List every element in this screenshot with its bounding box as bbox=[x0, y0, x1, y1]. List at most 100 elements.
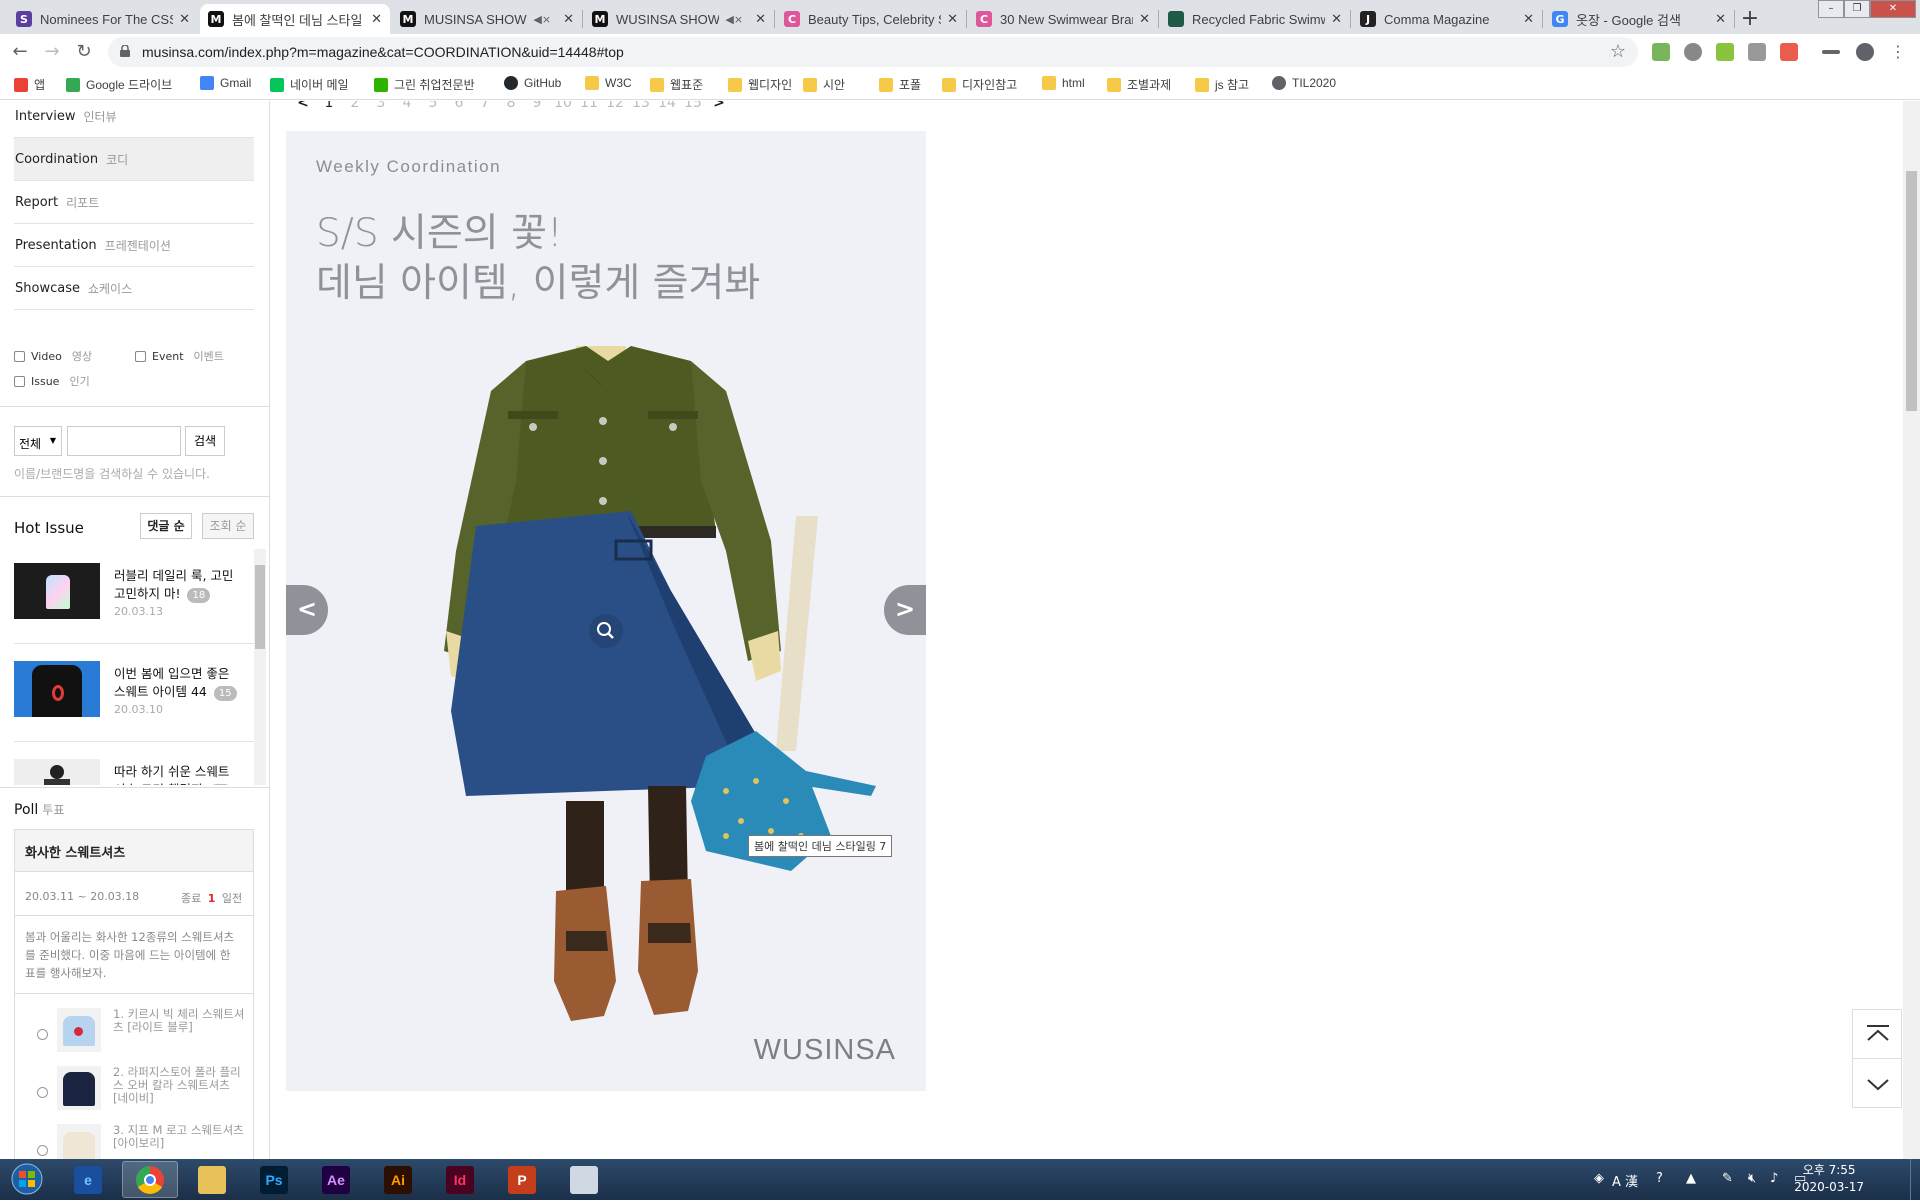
pager-page-link[interactable]: 2 bbox=[342, 101, 368, 115]
category-interview[interactable]: Interview 인터뷰 bbox=[14, 101, 254, 138]
pager-page-link[interactable]: 11 bbox=[576, 101, 602, 115]
browser-tab[interactable]: G 옷장 - Google 검색 ✕ bbox=[1544, 4, 1734, 34]
taskbar-app-photoshop[interactable]: Ps bbox=[246, 1161, 302, 1198]
bookmark-folder[interactable]: js 참고 bbox=[1195, 76, 1249, 93]
taskbar-app-explorer[interactable] bbox=[184, 1161, 240, 1198]
pager-page-link[interactable]: 13 bbox=[628, 101, 654, 115]
help-icon[interactable]: ? bbox=[1656, 1171, 1663, 1186]
maximize-button[interactable]: ❐ bbox=[1844, 0, 1870, 18]
coordination-slide[interactable]: Weekly Coordination S/S 시즌의 꽃! 데님 아이템, 이… bbox=[286, 131, 926, 1091]
close-window-button[interactable]: ✕ bbox=[1870, 0, 1916, 18]
pager-page-link[interactable]: 15 bbox=[680, 101, 706, 115]
tab-close-icon[interactable]: ✕ bbox=[179, 12, 190, 27]
taskbar-app-capture-tool[interactable] bbox=[556, 1161, 612, 1198]
start-button[interactable] bbox=[4, 1161, 50, 1198]
pager-next-button[interactable]: > bbox=[706, 101, 732, 115]
pager-page-link[interactable]: 4 bbox=[394, 101, 420, 115]
taskbar-app-ie[interactable]: e bbox=[60, 1161, 116, 1198]
bookmark-green[interactable]: 그린 취업전문반 bbox=[374, 76, 475, 93]
tray-expand-icon[interactable]: ▲ bbox=[1686, 1171, 1696, 1186]
pager-page-link[interactable]: 1 bbox=[316, 101, 342, 115]
extension-share-icon[interactable] bbox=[1780, 43, 1798, 61]
sort-by-comments-button[interactable]: 댓글 순 bbox=[140, 513, 192, 539]
bookmark-apps[interactable]: 앱 bbox=[14, 76, 45, 93]
taskbar-app-after-effects[interactable]: Ae bbox=[308, 1161, 364, 1198]
tab-close-icon[interactable]: ✕ bbox=[1523, 12, 1534, 27]
browser-tab[interactable]: J Comma Magazine ✕ bbox=[1352, 4, 1542, 34]
extension-camera-icon[interactable] bbox=[1748, 43, 1766, 61]
bookmark-star-icon[interactable]: ☆ bbox=[1610, 41, 1626, 62]
poll-radio[interactable] bbox=[37, 1145, 48, 1156]
pager-page-link[interactable]: 8 bbox=[498, 101, 524, 115]
tab-close-icon[interactable]: ✕ bbox=[371, 12, 382, 27]
pager-page-link[interactable]: 3 bbox=[368, 101, 394, 115]
slide-next-button[interactable]: > bbox=[884, 585, 926, 635]
new-tab-button[interactable]: + bbox=[1736, 6, 1764, 34]
reload-button[interactable]: ↻ bbox=[72, 40, 96, 64]
tab-close-icon[interactable]: ✕ bbox=[947, 12, 958, 27]
bookmark-folder[interactable]: 조별과제 bbox=[1107, 76, 1171, 93]
browser-tab[interactable]: C 30 New Swimwear Bran ✕ bbox=[968, 4, 1158, 34]
scrollbar-thumb[interactable] bbox=[255, 565, 265, 649]
search-scope-select[interactable]: 전체 ▼ bbox=[14, 426, 62, 456]
taskbar-app-indesign[interactable]: Id bbox=[432, 1161, 488, 1198]
volume-muted-icon[interactable]: 🔇︎ bbox=[1748, 1171, 1756, 1186]
tab-muted-icon[interactable]: ◀× bbox=[533, 13, 551, 26]
scroll-to-bottom-button[interactable] bbox=[1852, 1058, 1902, 1108]
bookmark-folder[interactable]: 웹디자인 bbox=[728, 76, 792, 93]
extension-sheet-icon[interactable] bbox=[1652, 43, 1670, 61]
zoom-magnifier-icon[interactable] bbox=[588, 613, 624, 649]
forward-button[interactable]: → bbox=[40, 40, 64, 64]
taskbar-app-powerpoint[interactable]: P bbox=[494, 1161, 550, 1198]
category-presentation[interactable]: Presentation 프레젠테이션 bbox=[14, 224, 254, 267]
hot-issue-scrollbar[interactable] bbox=[254, 549, 266, 785]
tab-close-icon[interactable]: ✕ bbox=[1715, 12, 1726, 27]
bookmark-folder[interactable]: html bbox=[1042, 76, 1085, 90]
scroll-to-top-button[interactable] bbox=[1852, 1009, 1902, 1059]
tab-close-icon[interactable]: ✕ bbox=[563, 12, 574, 27]
scrollbar-thumb[interactable] bbox=[1906, 171, 1917, 411]
sort-by-views-button[interactable]: 조회 순 bbox=[202, 513, 254, 539]
pager-page-link[interactable]: 6 bbox=[446, 101, 472, 115]
browser-tab[interactable]: S Nominees For The CSS ✕ bbox=[8, 4, 198, 34]
browser-tab[interactable]: Recycled Fabric Swimw ✕ bbox=[1160, 4, 1350, 34]
search-input[interactable] bbox=[67, 426, 181, 456]
pager-page-link[interactable]: 10 bbox=[550, 101, 576, 115]
menu-kebab-icon[interactable]: ⋮ bbox=[1886, 40, 1910, 64]
browser-tab[interactable]: C Beauty Tips, Celebrity S ✕ bbox=[776, 4, 966, 34]
pager-page-link[interactable]: 5 bbox=[420, 101, 446, 115]
taskbar-app-chrome[interactable] bbox=[122, 1161, 178, 1198]
minimize-button[interactable]: – bbox=[1818, 0, 1844, 18]
pager-page-link[interactable]: 9 bbox=[524, 101, 550, 115]
pager-page-link[interactable]: 14 bbox=[654, 101, 680, 115]
tab-close-icon[interactable]: ✕ bbox=[1331, 12, 1342, 27]
poll-radio[interactable] bbox=[37, 1029, 48, 1040]
tab-muted-icon[interactable]: ◀× bbox=[725, 13, 743, 26]
bookmark-naver[interactable]: 네이버 메일 bbox=[270, 76, 349, 93]
ime-indicator[interactable]: A 漢 bbox=[1612, 1171, 1638, 1190]
bookmark-github[interactable]: GitHub bbox=[504, 76, 561, 90]
extension-vpn-icon[interactable] bbox=[1684, 43, 1702, 61]
bookmark-folder[interactable]: W3C bbox=[585, 76, 632, 90]
media-control-icon[interactable] bbox=[1822, 50, 1840, 54]
search-button[interactable]: 검색 bbox=[185, 426, 225, 456]
browser-tab[interactable]: M WUSINSA SHOWCASE ◀× ✕ bbox=[584, 4, 774, 34]
profile-avatar-icon[interactable] bbox=[1856, 43, 1874, 61]
tab-close-icon[interactable]: ✕ bbox=[1139, 12, 1150, 27]
category-coordination[interactable]: Coordination 코디 bbox=[14, 138, 254, 181]
pager-page-link[interactable]: 7 bbox=[472, 101, 498, 115]
filter-event-checkbox[interactable]: Event 이벤트 bbox=[135, 348, 224, 364]
poll-radio[interactable] bbox=[37, 1087, 48, 1098]
bookmark-folder[interactable]: 시안 bbox=[803, 76, 845, 93]
network-icon[interactable]: ◈ bbox=[1594, 1171, 1604, 1186]
system-clock[interactable]: 오후 7:55 2020-03-17 bbox=[1794, 1162, 1864, 1196]
pager-page-link[interactable]: 12 bbox=[602, 101, 628, 115]
extension-android-icon[interactable] bbox=[1716, 43, 1734, 61]
pager-prev-button[interactable]: < bbox=[290, 101, 316, 115]
filter-issue-checkbox[interactable]: Issue 인기 bbox=[14, 373, 90, 389]
category-report[interactable]: Report 리포트 bbox=[14, 181, 254, 224]
bookmark-folder[interactable]: 웹표준 bbox=[650, 76, 703, 93]
taskbar-app-illustrator[interactable]: Ai bbox=[370, 1161, 426, 1198]
show-desktop-button[interactable] bbox=[1910, 1159, 1920, 1200]
bookmark-drive[interactable]: Google 드라이브 bbox=[66, 76, 172, 93]
